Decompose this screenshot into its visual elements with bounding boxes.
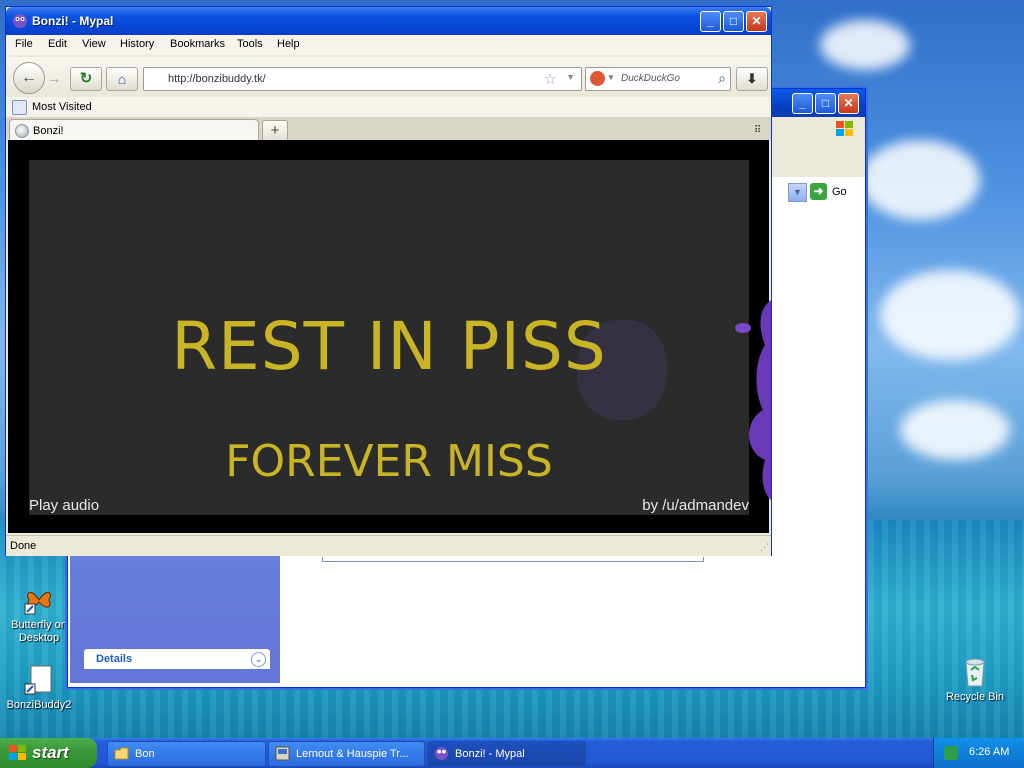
- network-tray-icon[interactable]: [944, 746, 958, 760]
- close-button[interactable]: ✕: [746, 11, 767, 32]
- windows-flag-icon: [836, 121, 854, 137]
- download-arrow-icon: ⬇: [746, 71, 758, 86]
- cloud: [900, 400, 1010, 460]
- desktop-icon-label: BonziBuddy2: [6, 699, 72, 711]
- tab-list-icon[interactable]: ⠿: [754, 125, 761, 136]
- forward-button[interactable]: →: [44, 69, 64, 87]
- search-placeholder: DuckDuckGo: [621, 73, 680, 84]
- reload-icon: ↻: [79, 70, 93, 87]
- details-label: Details: [96, 653, 133, 665]
- home-icon: ⌂: [117, 71, 127, 87]
- play-audio-link[interactable]: Play audio: [29, 497, 99, 514]
- subline-text: FOREVER MISS: [225, 436, 553, 487]
- url-bar[interactable]: http://bonzibuddy.tk/ ☆ ▼: [143, 67, 582, 91]
- start-button[interactable]: start: [0, 738, 97, 768]
- slide-panel: REST IN PISS FOREVER MISS Play audio by …: [29, 160, 749, 515]
- details-section-header[interactable]: Details ⌄: [84, 649, 270, 669]
- taskbar-item-label: Lernout & Hauspie Tr...: [296, 748, 409, 760]
- menu-help[interactable]: Help: [277, 38, 300, 50]
- taskbar-item-bonzi-mypal[interactable]: Bonzi! - Mypal: [427, 741, 586, 767]
- status-text: Done: [10, 540, 37, 552]
- maximize-button[interactable]: □: [815, 93, 836, 114]
- clock[interactable]: 6:26 AM: [969, 746, 1009, 758]
- maximize-button[interactable]: □: [723, 11, 744, 32]
- downloads-button[interactable]: ⬇: [736, 67, 768, 91]
- desktop-icon-label: Recycle Bin: [945, 691, 1005, 703]
- cloud: [880, 270, 1020, 360]
- bookmarks-toolbar: Most Visited: [6, 97, 771, 117]
- bonzi-character-icon[interactable]: [735, 300, 771, 500]
- page-content: REST IN PISS FOREVER MISS Play audio by …: [8, 140, 771, 533]
- desktop-icon-bonzibuddy2[interactable]: BonziBuddy2: [4, 664, 74, 712]
- go-label: Go: [832, 186, 847, 198]
- browser-window[interactable]: Bonzi! - Mypal _ □ ✕ File Edit View Hist…: [5, 6, 772, 556]
- most-visited-icon: [12, 100, 27, 115]
- menu-bookmarks[interactable]: Bookmarks: [170, 38, 225, 50]
- close-button[interactable]: ✕: [838, 93, 859, 114]
- menu-history[interactable]: History: [120, 38, 154, 50]
- status-bar: Done ⋰: [6, 535, 771, 556]
- desktop-icon-label: Butterfly on Desktop: [11, 619, 67, 644]
- minimize-button[interactable]: _: [792, 93, 813, 114]
- bonzi-app-icon: [434, 746, 449, 761]
- installer-icon: [275, 746, 290, 761]
- bookmark-star-icon[interactable]: ☆: [544, 70, 557, 88]
- cloud: [820, 20, 910, 70]
- document-shortcut-icon: [23, 664, 55, 696]
- taskbar-item-label: Bon: [135, 748, 155, 760]
- forward-arrow-icon: →: [47, 70, 61, 86]
- url-dropdown-icon[interactable]: ▼: [566, 72, 575, 82]
- url-text: http://bonzibuddy.tk/: [168, 73, 266, 85]
- desktop-icon-recycle-bin[interactable]: Recycle Bin: [940, 656, 1010, 704]
- desktop-icon-butterfly[interactable]: Butterfly on Desktop: [4, 584, 74, 645]
- taskbar-item-bon[interactable]: Bon: [107, 741, 266, 767]
- credit-text: by /u/admandev: [642, 497, 749, 514]
- tab-label: Bonzi!: [33, 125, 64, 137]
- window-title: Bonzi! - Mypal: [32, 14, 114, 28]
- taskbar: start Bon Lernout & Hauspie Tr... Bonzi!…: [0, 738, 1024, 768]
- bonzi-app-icon: [12, 13, 28, 29]
- go-button[interactable]: ➜ Go: [810, 183, 860, 201]
- menu-view[interactable]: View: [82, 38, 106, 50]
- new-tab-button[interactable]: +: [262, 120, 288, 142]
- explorer-frame-edge: [322, 557, 704, 562]
- reload-button[interactable]: ↻: [70, 67, 102, 91]
- menu-file[interactable]: File: [15, 38, 33, 50]
- menu-edit[interactable]: Edit: [48, 38, 67, 50]
- resize-grip-icon[interactable]: ⋰: [760, 542, 769, 553]
- tab-bonzi[interactable]: Bonzi!: [9, 119, 259, 142]
- recycle-bin-icon: [959, 656, 991, 688]
- search-engine-dropdown-icon[interactable]: ▼: [607, 73, 615, 82]
- taskbar-item-label: Bonzi! - Mypal: [455, 748, 525, 760]
- duckduckgo-icon[interactable]: [590, 71, 605, 86]
- back-arrow-icon: ←: [21, 69, 37, 86]
- globe-icon: [15, 124, 29, 138]
- browser-titlebar[interactable]: Bonzi! - Mypal _ □ ✕: [6, 7, 771, 35]
- headline-text: REST IN PISS: [171, 308, 607, 385]
- home-button[interactable]: ⌂: [106, 67, 138, 91]
- cloud: [860, 140, 980, 220]
- minimize-button[interactable]: _: [700, 11, 721, 32]
- menu-tools[interactable]: Tools: [237, 38, 263, 50]
- back-button[interactable]: ←: [13, 62, 45, 94]
- butterfly-icon: [23, 584, 55, 616]
- go-arrow-icon: ➜: [810, 183, 827, 200]
- chevron-down-icon[interactable]: ⌄: [251, 652, 266, 667]
- search-bar[interactable]: ▼ DuckDuckGo ⌕: [585, 67, 731, 91]
- most-visited-bookmark[interactable]: Most Visited: [32, 101, 92, 113]
- search-icon[interactable]: ⌕: [718, 70, 726, 87]
- address-dropdown-button[interactable]: ▼: [788, 183, 807, 202]
- system-tray: 6:26 AM: [933, 738, 1024, 768]
- plus-icon: +: [270, 122, 280, 139]
- folder-icon: [114, 746, 129, 761]
- windows-flag-icon: [9, 745, 27, 761]
- start-label: start: [32, 743, 69, 762]
- taskbar-item-lernout[interactable]: Lernout & Hauspie Tr...: [268, 741, 425, 767]
